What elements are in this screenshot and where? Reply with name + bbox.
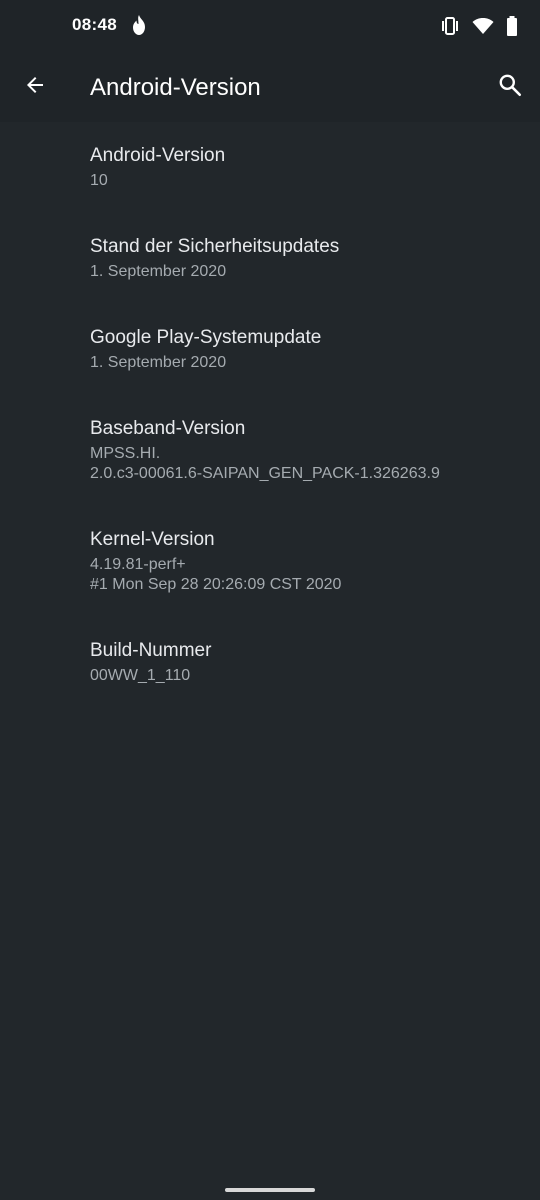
app-bar: Android-Version <box>0 52 540 122</box>
list-item-security-update[interactable]: Stand der Sicherheitsupdates 1. Septembe… <box>0 213 540 304</box>
item-summary: 00WW_1_110 <box>90 667 191 684</box>
search-icon <box>497 72 523 103</box>
item-summary: 10 <box>90 172 108 189</box>
list-item-baseband-version[interactable]: Baseband-Version MPSS.HI. 2.0.c3-00061.6… <box>0 395 540 506</box>
item-title: Baseband-Version <box>90 418 246 439</box>
vibrate-icon <box>440 17 460 35</box>
gesture-nav-handle[interactable] <box>225 1188 315 1192</box>
item-summary: 4.19.81-perf+ #1 Mon Sep 28 20:26:09 CST… <box>90 556 342 593</box>
status-bar: 08:48 <box>0 0 540 52</box>
list-item-build-number[interactable]: Build-Nummer 00WW_1_110 <box>0 617 540 708</box>
item-title: Kernel-Version <box>90 529 215 550</box>
item-title: Android-Version <box>90 145 226 166</box>
status-time: 08:48 <box>72 15 117 34</box>
item-summary: 1. September 2020 <box>90 263 227 280</box>
item-summary: MPSS.HI. 2.0.c3-00061.6-SAIPAN_GEN_PACK-… <box>90 445 440 482</box>
wifi-icon <box>472 17 494 35</box>
item-title: Stand der Sicherheitsupdates <box>90 236 340 257</box>
settings-list: Android-Version 10 Stand der Sicherheits… <box>0 122 540 708</box>
list-item-android-version[interactable]: Android-Version 10 <box>0 122 540 213</box>
item-title: Build-Nummer <box>90 640 212 661</box>
list-item-kernel-version[interactable]: Kernel-Version 4.19.81-perf+ #1 Mon Sep … <box>0 506 540 617</box>
battery-icon <box>506 16 518 36</box>
page-title: Android-Version <box>90 74 261 101</box>
back-button[interactable] <box>15 67 55 107</box>
list-item-play-system-update[interactable]: Google Play-Systemupdate 1. September 20… <box>0 304 540 395</box>
item-summary: 1. September 2020 <box>90 354 227 371</box>
status-icons <box>440 15 518 37</box>
search-button[interactable] <box>490 67 530 107</box>
arrow-back-icon <box>23 73 47 102</box>
item-title: Google Play-Systemupdate <box>90 327 322 348</box>
flame-icon <box>130 14 148 36</box>
screen: 08:48 Android-Version Android-Version 10… <box>0 0 540 1200</box>
